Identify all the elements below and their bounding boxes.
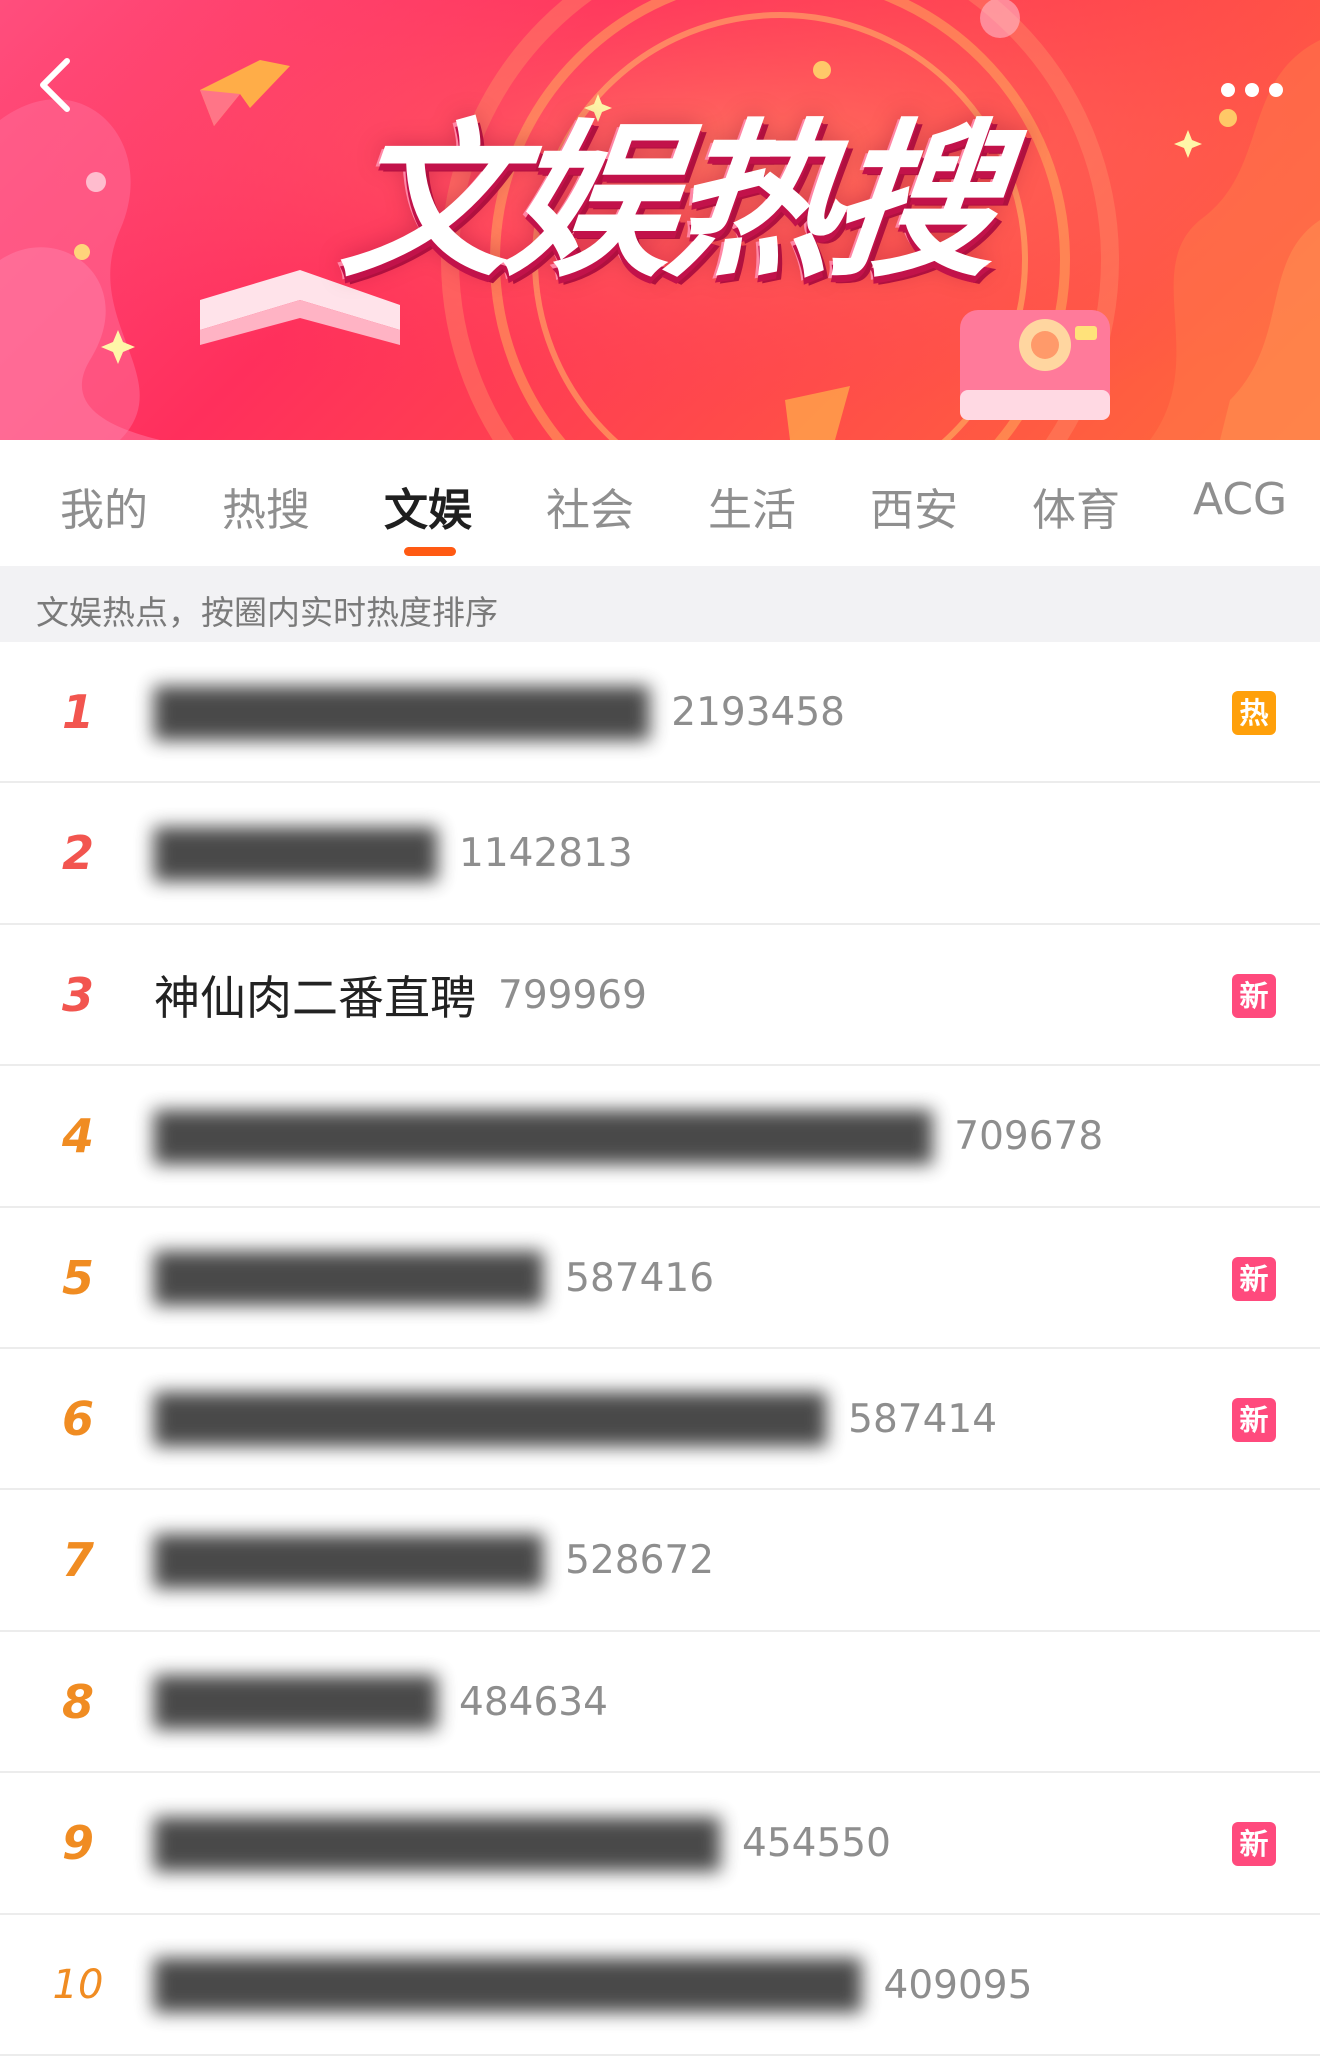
more-button[interactable] (1212, 70, 1292, 110)
back-button[interactable] (22, 52, 88, 118)
hot-search-list: 1 ██████████████ 2193458 热 2 ████████ 11… (0, 642, 1320, 2056)
tab-life[interactable]: 生活 (708, 474, 796, 538)
list-item[interactable]: 5 ███████████ 587416 新 (0, 1208, 1320, 1349)
heat-count: 2193458 (671, 690, 845, 735)
topic-row: ████████████████████ 409095 (154, 1915, 1032, 2056)
new-badge: 新 (1232, 1397, 1276, 1442)
topic-row: ████████ 484634 (154, 1632, 608, 1773)
list-item[interactable]: 9 ████████████████ 454550 新 (0, 1773, 1320, 1915)
topic-title[interactable]: ███████████ (154, 1534, 543, 1588)
rank-number: 10 (52, 1961, 104, 2008)
topic-row: ███████████████████ 587414 (154, 1349, 997, 1490)
rank-number: 2 (61, 826, 94, 881)
topic-title[interactable]: 神仙肉二番直聘 (154, 962, 476, 1028)
rank-number: 8 (61, 1674, 94, 1729)
heat-count: 528672 (565, 1538, 715, 1584)
topic-title[interactable]: ████████ (154, 1675, 437, 1729)
header-banner: 文娱热搜 (0, 0, 1320, 440)
topic-title[interactable]: ████████████████████ (154, 1958, 862, 2012)
list-item[interactable]: 1 ██████████████ 2193458 热 (0, 642, 1320, 784)
topic-title[interactable]: ████████████████ (154, 1817, 720, 1871)
topic-title[interactable]: ██████████████ (154, 686, 649, 740)
list-item[interactable]: 3 神仙肉二番直聘 799969 新 (0, 925, 1320, 1067)
chevron-left-icon (40, 58, 70, 112)
topic-row: ███████████ 587416 (154, 1208, 714, 1349)
more-dots-icon (1221, 83, 1283, 97)
heat-count: 587414 (848, 1396, 998, 1442)
page-title: 文娱热搜 (334, 104, 1004, 300)
tab-xian[interactable]: 西安 (870, 474, 958, 538)
section-description-bar: 文娱热点，按圈内实时热度排序 (0, 566, 1320, 642)
list-item[interactable]: 10 ████████████████████ 409095 (0, 1915, 1320, 2056)
tab-entertainment[interactable]: 文娱 (384, 474, 472, 538)
new-badge: 新 (1232, 1822, 1276, 1867)
list-item[interactable]: 7 ███████████ 528672 (0, 1490, 1320, 1632)
heat-count: 484634 (459, 1679, 608, 1725)
topic-row: ████████████████ 454550 (154, 1773, 891, 1914)
heat-count: 454550 (742, 1821, 891, 1867)
tab-acg[interactable]: ACG (1193, 474, 1287, 525)
rank-number: 7 (61, 1533, 94, 1588)
tab-hot-search[interactable]: 热搜 (222, 474, 310, 538)
heat-count: 1142813 (459, 831, 633, 877)
topic-row: ██████████████ 2193458 (154, 642, 845, 783)
rank-number: 4 (61, 1109, 94, 1164)
category-tabs: 我的 热搜 文娱 社会 生活 西安 体育 ACG (0, 440, 1320, 566)
heat-count: 409095 (883, 1962, 1033, 2008)
active-tab-indicator (404, 547, 456, 556)
topic-row: ████████ 1142813 (154, 783, 633, 924)
topic-title[interactable]: ███████████ (154, 1251, 543, 1305)
list-item[interactable]: 2 ████████ 1142813 (0, 783, 1320, 925)
topic-title[interactable]: ██████████████████████ (154, 1110, 932, 1164)
section-description: 文娱热点，按圈内实时热度排序 (36, 593, 498, 632)
rank-number: 3 (61, 967, 94, 1022)
new-badge: 新 (1232, 1256, 1276, 1301)
topic-row: ███████████ 528672 (154, 1490, 714, 1631)
list-item[interactable]: 8 ████████ 484634 (0, 1632, 1320, 1774)
heat-count: 587416 (565, 1255, 715, 1301)
tab-mine[interactable]: 我的 (60, 474, 148, 538)
new-badge: 新 (1232, 973, 1276, 1018)
topic-title[interactable]: ███████████████████ (154, 1392, 826, 1446)
topic-row: ██████████████████████ 709678 (154, 1066, 1103, 1207)
topic-row: 神仙肉二番直聘 799969 (154, 925, 647, 1066)
tab-sports[interactable]: 体育 (1032, 474, 1120, 538)
rank-number: 1 (61, 685, 94, 739)
rank-number: 6 (61, 1391, 94, 1446)
hot-badge: 热 (1232, 691, 1276, 735)
list-item[interactable]: 6 ███████████████████ 587414 新 (0, 1349, 1320, 1491)
tab-society[interactable]: 社会 (546, 474, 634, 538)
heat-count: 799969 (498, 972, 647, 1018)
topic-title[interactable]: ████████ (154, 827, 437, 881)
rank-number: 9 (61, 1816, 94, 1871)
heat-count: 709678 (954, 1114, 1104, 1160)
list-item[interactable]: 4 ██████████████████████ 709678 (0, 1066, 1320, 1208)
rank-number: 5 (61, 1250, 94, 1305)
